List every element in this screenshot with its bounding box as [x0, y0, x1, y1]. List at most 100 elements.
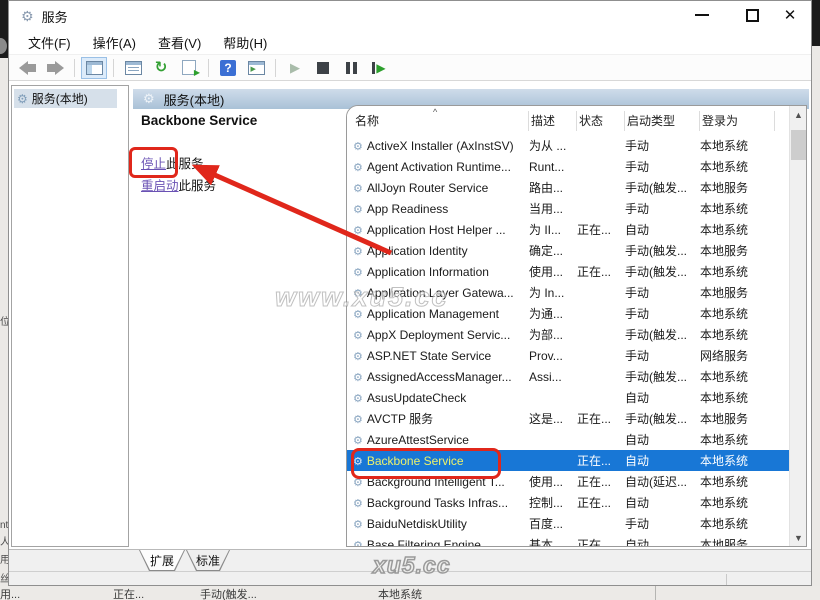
scroll-down-arrow[interactable]: ▼ — [790, 529, 807, 546]
service-name-cell: ⚙ASP.NET State Service — [353, 349, 529, 363]
background-dark-corner-left — [0, 0, 8, 58]
export-list-button[interactable] — [176, 57, 202, 79]
help-button[interactable]: ? — [215, 57, 241, 79]
menu-item-2[interactable]: 查看(V) — [147, 31, 212, 54]
service-startup-cell: 手动 — [625, 158, 700, 175]
close-button[interactable]: ✕ — [773, 1, 807, 29]
table-row[interactable]: ⚙Backbone Service正在...自动本地系统 — [347, 450, 789, 471]
service-startup-cell: 手动 — [625, 200, 700, 217]
table-row[interactable]: ⚙Application Layer Gatewa...为 In...手动本地服… — [347, 282, 789, 303]
background-partial-text: 位 — [0, 313, 8, 328]
table-row[interactable]: ⚙Application Information使用...正在...手动(触发.… — [347, 261, 789, 282]
restart-service-button[interactable]: ▶ — [366, 57, 392, 79]
maximize-button[interactable] — [735, 1, 769, 29]
table-row[interactable]: ⚙Background Intelligent T...使用...正在...自动… — [347, 471, 789, 492]
back-button[interactable] — [14, 57, 40, 79]
table-row[interactable]: ⚙BaiduNetdiskUtility百度...手动本地系统 — [347, 513, 789, 534]
table-row[interactable]: ⚙AzureAttestService自动本地系统 — [347, 429, 789, 450]
console-tree-icon — [86, 61, 103, 75]
service-name-cell: ⚙Application Information — [353, 265, 529, 279]
service-status-cell: 正在... — [577, 410, 625, 427]
restart-service-icon: ▶ — [372, 62, 385, 74]
service-desc-cell: 为从 ... — [529, 137, 577, 154]
sidebar-item-services-local[interactable]: ⚙ 服务(本地) — [14, 89, 117, 108]
column-header-2[interactable]: 状态 — [577, 111, 625, 131]
service-name-cell: ⚙AppX Deployment Servic... — [353, 328, 529, 342]
service-logon-cell: 本地系统 — [700, 431, 775, 448]
service-gear-icon: ⚙ — [353, 246, 363, 258]
menu-item-1[interactable]: 操作(A) — [82, 31, 147, 54]
pause-service-button[interactable] — [338, 57, 364, 79]
service-gear-icon: ⚙ — [353, 309, 363, 321]
service-startup-cell: 自动 — [625, 452, 700, 469]
tab-standard[interactable]: 标准 — [186, 550, 230, 571]
pause-service-icon — [346, 62, 357, 74]
table-row[interactable]: ⚙Application Identity确定...手动(触发...本地服务 — [347, 240, 789, 261]
show-console-tree-button[interactable] — [81, 57, 107, 79]
scrollbar-thumb[interactable] — [791, 130, 806, 160]
toolbar-separator — [275, 59, 276, 77]
toolbar-separator — [208, 59, 209, 77]
service-gear-icon: ⚙ — [353, 477, 363, 489]
service-gear-icon: ⚙ — [353, 183, 363, 195]
start-service-icon: ▶ — [290, 60, 300, 76]
table-row[interactable]: ⚙Base Filtering Engine基本...正在...自动本地服务 — [347, 534, 789, 547]
table-row[interactable]: ⚙AsusUpdateCheck自动本地系统 — [347, 387, 789, 408]
service-name-text: Background Tasks Infras... — [367, 496, 508, 510]
refresh-button[interactable]: ↻ — [148, 57, 174, 79]
table-row[interactable]: ⚙Background Tasks Infras...控制...正在...自动本… — [347, 492, 789, 513]
stop-service-icon — [317, 62, 329, 74]
column-header-0[interactable]: 名称 — [353, 111, 529, 131]
table-row[interactable]: ⚙Application Host Helper ...为 II...正在...… — [347, 219, 789, 240]
table-row[interactable]: ⚙Application Management为通...手动本地系统 — [347, 303, 789, 324]
column-header-4[interactable]: 登录为 — [700, 111, 775, 131]
service-gear-icon: ⚙ — [353, 330, 363, 342]
background-partial-text: 人 — [0, 533, 8, 548]
service-desc-cell: 百度... — [529, 515, 577, 532]
background-partial-text: 用.. — [0, 551, 8, 566]
service-gear-icon: ⚙ — [353, 540, 363, 548]
minimize-button[interactable] — [685, 1, 719, 29]
start-service-button[interactable]: ▶ — [282, 57, 308, 79]
column-header-3[interactable]: 启动类型 — [625, 111, 700, 131]
properties-button[interactable] — [120, 57, 146, 79]
restart-service-link[interactable]: 重启动 — [141, 179, 179, 193]
table-row[interactable]: ⚙AssignedAccessManager...Assi...手动(触发...… — [347, 366, 789, 387]
show-action-pane-button[interactable] — [243, 57, 269, 79]
service-gear-icon: ⚙ — [353, 225, 363, 237]
service-logon-cell: 本地服务 — [700, 536, 775, 547]
table-row[interactable]: ⚙AllJoyn Router Service路由...手动(触发...本地服务 — [347, 177, 789, 198]
table-row[interactable]: ⚙ASP.NET State ServiceProv...手动网络服务 — [347, 345, 789, 366]
tab-extended[interactable]: 扩展 — [139, 550, 185, 571]
service-desc-cell: 确定... — [529, 242, 577, 259]
table-header: 名称描述状态启动类型登录为^ — [347, 106, 789, 135]
service-name-text: Application Information — [367, 265, 489, 279]
column-header-1[interactable]: 描述 — [529, 111, 577, 131]
table-row[interactable]: ⚙Agent Activation Runtime...Runt...手动本地系… — [347, 156, 789, 177]
service-startup-cell: 手动 — [625, 137, 700, 154]
menu-item-3[interactable]: 帮助(H) — [212, 31, 278, 54]
vertical-scrollbar[interactable]: ▲ ▼ — [789, 106, 806, 546]
forward-button[interactable] — [42, 57, 68, 79]
close-icon: ✕ — [784, 6, 797, 24]
refresh-icon: ↻ — [155, 60, 168, 75]
stop-service-button[interactable] — [310, 57, 336, 79]
background-window-strip: 用... 正在... 手动(触发... 本地系统 — [0, 586, 820, 600]
table-body: ⚙ActiveX Installer (AxInstSV)为从 ...手动本地系… — [347, 135, 789, 547]
service-name-text: Application Identity — [367, 244, 468, 258]
service-startup-cell: 手动 — [625, 347, 700, 364]
menu-item-0[interactable]: 文件(F) — [17, 31, 82, 54]
table-row[interactable]: ⚙App Readiness当用...手动本地系统 — [347, 198, 789, 219]
scroll-up-arrow[interactable]: ▲ — [790, 106, 807, 123]
services-window: ⚙ 服务 ✕ 文件(F)操作(A)查看(V)帮助(H) ↻ ? ▶ ▶ ⚙ 服务… — [8, 0, 812, 586]
service-name-text: AllJoyn Router Service — [367, 181, 488, 195]
service-gear-icon: ⚙ — [353, 372, 363, 384]
bg-row-status: 正在... — [113, 586, 144, 600]
stop-service-link-line: 停止此服务 — [141, 153, 204, 172]
bg-row-logon: 本地系统 — [378, 586, 422, 600]
table-row[interactable]: ⚙AVCTP 服务这是...正在...手动(触发...本地服务 — [347, 408, 789, 429]
stop-service-link[interactable]: 停止 — [141, 157, 166, 171]
service-name-cell: ⚙ Application Identity — [353, 244, 529, 258]
table-row[interactable]: ⚙ActiveX Installer (AxInstSV)为从 ...手动本地系… — [347, 135, 789, 156]
table-row[interactable]: ⚙AppX Deployment Servic...为部...手动(触发...本… — [347, 324, 789, 345]
